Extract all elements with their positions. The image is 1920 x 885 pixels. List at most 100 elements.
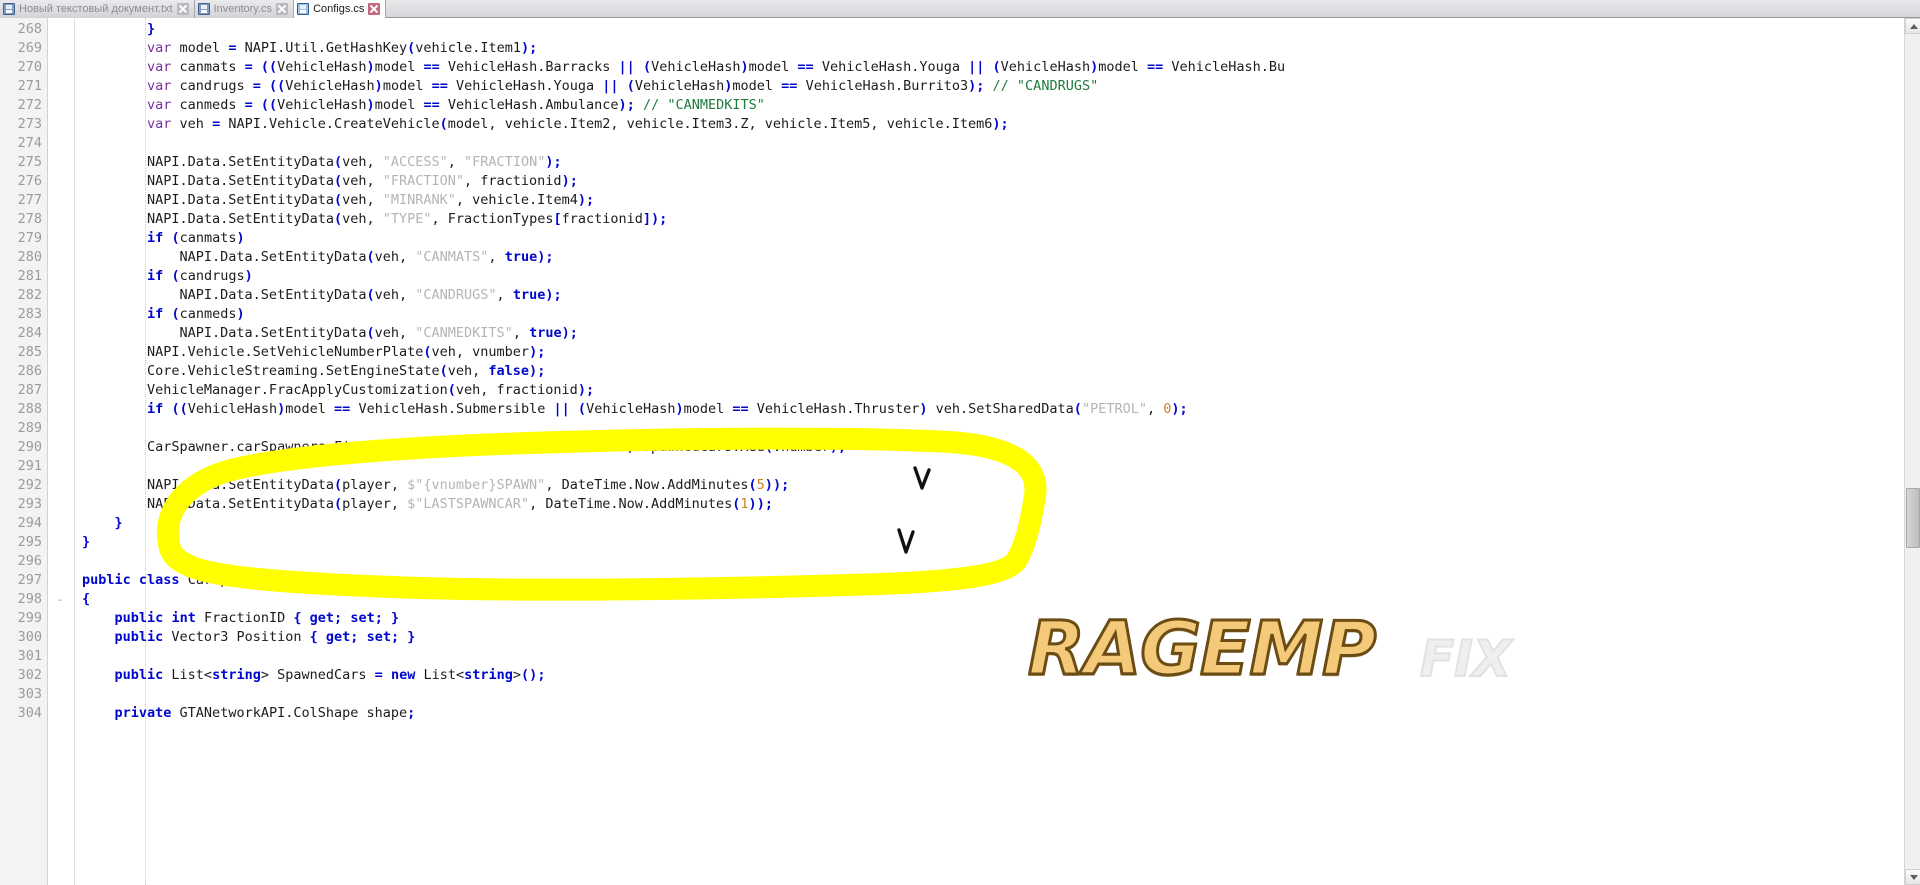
- line-number: 298: [17, 591, 42, 607]
- scrollbar-thumb[interactable]: [1906, 488, 1920, 548]
- line-number: 299: [17, 610, 42, 626]
- line-number: 279: [17, 230, 42, 246]
- code-line: 272 var canmeds = ((VehicleHash)model ==…: [0, 96, 1920, 115]
- code-line-text: NAPI.Data.SetEntityData(player, $"LASTSP…: [82, 496, 773, 512]
- line-number: 297: [17, 572, 42, 588]
- code-line-text: NAPI.Data.SetEntityData(veh, "MINRANK", …: [82, 192, 595, 208]
- line-number: 269: [17, 40, 42, 56]
- code-line-text: NAPI.Vehicle.SetVehicleNumberPlate(veh, …: [82, 344, 546, 360]
- tab-label: Configs.cs: [313, 3, 365, 15]
- line-number: 294: [17, 515, 42, 531]
- tab-label: Новый текстовый документ.txt: [19, 3, 173, 15]
- line-number: 291: [17, 458, 42, 474]
- line-number: 281: [17, 268, 42, 284]
- code-line: 276 NAPI.Data.SetEntityData(veh, "FRACTI…: [0, 172, 1920, 191]
- line-number: 289: [17, 420, 42, 436]
- code-line-text: var veh = NAPI.Vehicle.CreateVehicle(mod…: [147, 116, 1009, 132]
- code-line-text: var canmeds = ((VehicleHash)model == Veh…: [147, 97, 765, 113]
- line-number: 276: [17, 173, 42, 189]
- code-line-text: var canmats = ((VehicleHash)model == Veh…: [147, 59, 1286, 75]
- code-line: 271 var candrugs = ((VehicleHash)model =…: [0, 77, 1920, 96]
- code-line: 279 if (canmats): [0, 229, 1920, 248]
- code-line: 268 }: [0, 20, 1920, 39]
- code-line-text: }: [82, 534, 91, 550]
- line-number: 277: [17, 192, 42, 208]
- line-number: 286: [17, 363, 42, 379]
- code-line: 304 private GTANetworkAPI.ColShape shape…: [0, 704, 1920, 723]
- code-editor-window: Новый текстовый документ.txt Inventory.c…: [0, 0, 1920, 885]
- line-number: 303: [17, 686, 42, 702]
- code-line: 299 public int FractionID { get; set; }: [0, 609, 1920, 628]
- code-line-text: if (canmats): [147, 230, 245, 246]
- save-disk-icon: [3, 3, 15, 15]
- tab-novyj-tekstovyj-dokument[interactable]: Новый текстовый документ.txt: [0, 0, 195, 18]
- line-number: 293: [17, 496, 42, 512]
- line-number: 285: [17, 344, 42, 360]
- save-disk-icon: [297, 3, 310, 15]
- tab-inventory-cs[interactable]: Inventory.cs: [194, 0, 295, 18]
- code-line-text: if (canmeds): [147, 306, 245, 322]
- code-line-text: VehicleManager.FracApplyCustomization(ve…: [82, 382, 595, 398]
- code-text-area[interactable]: 268 } 269 var model = NAPI.Util.GetHashKe…: [0, 18, 1920, 885]
- code-line-text: var candrugs = ((VehicleHash)model == Ve…: [147, 78, 1099, 94]
- code-line-text: CarSpawner.carSpawners.Find(x => x.Fract…: [82, 439, 847, 455]
- line-number: 278: [17, 211, 42, 227]
- scroll-up-icon[interactable]: [1905, 18, 1920, 34]
- code-line: 273 var veh = NAPI.Vehicle.CreateVehicle…: [0, 115, 1920, 134]
- code-line-text: NAPI.Data.SetEntityData(veh, "ACCESS", "…: [82, 154, 562, 170]
- line-number: 300: [17, 629, 42, 645]
- code-line-text: }: [114, 515, 123, 531]
- line-number: 270: [17, 59, 42, 75]
- code-line-text: NAPI.Data.SetEntityData(veh, "CANMEDKITS…: [82, 325, 578, 341]
- code-line: 300 public Vector3 Position { get; set; …: [0, 628, 1920, 647]
- code-line-text: public int FractionID { get; set; }: [114, 610, 400, 626]
- close-icon[interactable]: [276, 3, 289, 15]
- code-line-text: }: [147, 21, 156, 37]
- code-line: 298-{: [0, 590, 1920, 609]
- code-line: 303: [0, 685, 1920, 704]
- tab-configs-cs[interactable]: Configs.cs: [294, 0, 387, 18]
- code-line: 285 NAPI.Vehicle.SetVehicleNumberPlate(v…: [0, 343, 1920, 362]
- line-number: 268: [17, 21, 42, 37]
- line-number: 274: [17, 135, 42, 151]
- code-line: 281 if (candrugs): [0, 267, 1920, 286]
- close-icon[interactable]: [176, 3, 189, 15]
- line-number: 287: [17, 382, 42, 398]
- code-line: 286 Core.VehicleStreaming.SetEngineState…: [0, 362, 1920, 381]
- code-line: 280 NAPI.Data.SetEntityData(veh, "CANMAT…: [0, 248, 1920, 267]
- code-line: 277 NAPI.Data.SetEntityData(veh, "MINRAN…: [0, 191, 1920, 210]
- vertical-scrollbar[interactable]: [1904, 18, 1920, 885]
- code-line: 269 var model = NAPI.Util.GetHashKey(veh…: [0, 39, 1920, 58]
- line-number: 295: [17, 534, 42, 550]
- code-line: 292 NAPI.Data.SetEntityData(player, $"{v…: [0, 476, 1920, 495]
- line-number: 302: [17, 667, 42, 683]
- code-line: 297 public class CarSpawner: [0, 571, 1920, 590]
- code-line-text: if (candrugs): [147, 268, 253, 284]
- line-number: 275: [17, 154, 42, 170]
- line-number: 280: [17, 249, 42, 265]
- code-line: 302 public List<string> SpawnedCars = ne…: [0, 666, 1920, 685]
- editor-surface[interactable]: 268 } 269 var model = NAPI.Util.GetHashKe…: [0, 18, 1920, 885]
- code-line-text: public List<string> SpawnedCars = new Li…: [114, 667, 546, 683]
- fold-marker-icon[interactable]: -: [53, 590, 67, 609]
- code-line-text: private GTANetworkAPI.ColShape shape;: [114, 705, 416, 721]
- code-line-text: NAPI.Data.SetEntityData(veh, "CANMATS", …: [82, 249, 554, 265]
- line-number: 290: [17, 439, 42, 455]
- line-number: 283: [17, 306, 42, 322]
- code-line-text: NAPI.Data.SetEntityData(player, $"{vnumb…: [82, 477, 790, 493]
- close-icon[interactable]: [368, 3, 381, 15]
- code-line: 291: [0, 457, 1920, 476]
- scroll-down-icon[interactable]: [1905, 869, 1920, 885]
- line-number: 296: [17, 553, 42, 569]
- code-line: 275 NAPI.Data.SetEntityData(veh, "ACCESS…: [0, 153, 1920, 172]
- save-disk-icon: [197, 3, 210, 15]
- code-line: 293 NAPI.Data.SetEntityData(player, $"LA…: [0, 495, 1920, 514]
- tab-bar: Новый текстовый документ.txt Inventory.c…: [0, 0, 1920, 18]
- code-line-text: NAPI.Data.SetEntityData(veh, "TYPE", Fra…: [82, 211, 668, 227]
- line-number: 304: [17, 705, 42, 721]
- line-number: 284: [17, 325, 42, 341]
- line-number: 273: [17, 116, 42, 132]
- line-number: 288: [17, 401, 42, 417]
- code-line: 294 }: [0, 514, 1920, 533]
- line-number: 292: [17, 477, 42, 493]
